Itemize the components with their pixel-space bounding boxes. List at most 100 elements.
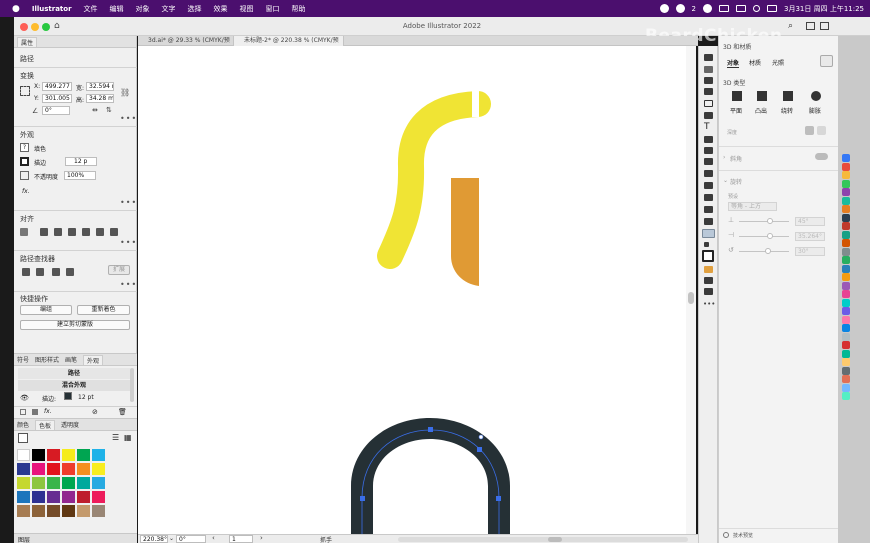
selection-tool-icon[interactable]: [704, 54, 713, 61]
color-swatch[interactable]: [92, 463, 105, 475]
revolve-type-label[interactable]: 绕转: [781, 106, 793, 115]
color-swatch[interactable]: [47, 449, 60, 461]
orange-half-shape[interactable]: [451, 178, 479, 286]
dock-app-icon[interactable]: [842, 179, 850, 188]
color-swatch[interactable]: [77, 449, 90, 461]
dock-app-icon[interactable]: [842, 358, 850, 366]
align-more-icon[interactable]: •••: [120, 238, 137, 247]
pathfinder-more-icon[interactable]: •••: [120, 280, 137, 289]
rotate-x-slider[interactable]: [739, 221, 789, 222]
color-swatch[interactable]: [62, 505, 75, 517]
flip-horizontal-icon[interactable]: ⇹: [92, 106, 98, 114]
color-swatch[interactable]: [62, 491, 75, 503]
menu-effect[interactable]: 效果: [214, 4, 228, 14]
delete-icon[interactable]: 🗑: [118, 408, 127, 416]
anchor-point[interactable]: [428, 427, 433, 432]
exclude-icon[interactable]: [66, 268, 74, 276]
color-swatch[interactable]: [32, 449, 45, 461]
tab-transparency[interactable]: 透明度: [61, 420, 79, 429]
dock-app-icon[interactable]: [842, 196, 850, 205]
rotate-z-knob[interactable]: [765, 248, 771, 254]
align-top-icon[interactable]: [82, 228, 90, 236]
color-swatch[interactable]: [77, 477, 90, 489]
color-swatch[interactable]: [17, 463, 30, 475]
color-swatch[interactable]: [62, 449, 75, 461]
color-swatch[interactable]: [92, 449, 105, 461]
anchor-point[interactable]: [496, 496, 501, 501]
appearance-mixed-row[interactable]: 混合外观: [18, 380, 130, 391]
shape-builder-tool-icon[interactable]: [704, 170, 713, 177]
dock-app-icon[interactable]: [842, 392, 850, 400]
color-mode-icon[interactable]: [704, 266, 713, 273]
dock-app-icon[interactable]: [842, 256, 850, 264]
3d-tab-lighting[interactable]: 光照: [772, 58, 784, 67]
intersect-icon[interactable]: [52, 268, 60, 276]
dock-app-icon[interactable]: [842, 290, 850, 298]
color-swatch[interactable]: [17, 477, 30, 489]
angle-field[interactable]: 0°: [42, 106, 70, 115]
arrange-icon[interactable]: [820, 22, 829, 30]
color-swatch[interactable]: [17, 505, 30, 517]
menu-app[interactable]: Illustrator: [32, 5, 72, 13]
fill-stroke-icon[interactable]: [702, 250, 714, 262]
list-view-icon[interactable]: ☰: [112, 433, 119, 442]
color-swatch[interactable]: [47, 491, 60, 503]
dock-app-icon[interactable]: [842, 205, 850, 213]
dock-app-icon[interactable]: [842, 188, 850, 196]
color-swatch[interactable]: [47, 463, 60, 475]
y-field[interactable]: 301.005: [42, 94, 72, 103]
appearance-more-icon[interactable]: •••: [120, 198, 137, 207]
dock-app-icon[interactable]: [842, 264, 850, 273]
battery-icon[interactable]: [719, 5, 730, 12]
tab-symbols[interactable]: 符号: [17, 355, 29, 364]
tab-brushes[interactable]: 画笔: [65, 355, 77, 364]
expand-button[interactable]: 扩展: [108, 265, 130, 275]
tab-layers[interactable]: 图层: [18, 535, 30, 543]
inflate-type-label[interactable]: 膨胀: [809, 106, 821, 115]
stroke-row-value[interactable]: 12 pt: [78, 394, 94, 401]
inflate-type-icon[interactable]: [811, 91, 821, 101]
color-swatch[interactable]: [77, 491, 90, 503]
artwork[interactable]: [138, 46, 696, 534]
rotate-y-slider[interactable]: [739, 236, 789, 237]
height-field[interactable]: 34.28 m: [86, 94, 114, 103]
align-vcenter-icon[interactable]: [96, 228, 104, 236]
rotate-tool-icon[interactable]: [704, 136, 713, 143]
recolor-button[interactable]: 重新着色: [77, 305, 130, 315]
menu-select[interactable]: 选择: [188, 4, 202, 14]
menu-type[interactable]: 文字: [162, 4, 176, 14]
color-swatch[interactable]: [92, 505, 105, 517]
rotation-chevron-icon[interactable]: ⌄: [723, 177, 728, 184]
tab-appearance[interactable]: 外观: [83, 354, 104, 365]
dock-app-icon[interactable]: [842, 383, 850, 392]
curvature-tool-icon[interactable]: [704, 88, 713, 95]
add-effect-icon[interactable]: fx.: [44, 408, 52, 415]
prev-artboard-icon[interactable]: ‹: [212, 534, 215, 542]
control-center-icon[interactable]: [767, 5, 778, 12]
stroke-row-swatch-icon[interactable]: [64, 392, 72, 400]
dock-app-icon[interactable]: [842, 247, 850, 256]
tab-properties[interactable]: 属性: [17, 36, 38, 47]
fill-stroke-indicator-icon[interactable]: [18, 433, 28, 443]
align-hcenter-icon[interactable]: [54, 228, 62, 236]
horizontal-scrollbar[interactable]: [398, 537, 688, 542]
stroke-swatch-icon[interactable]: [20, 157, 29, 166]
color-swatch[interactable]: [92, 477, 105, 489]
dock-app-icon[interactable]: [842, 239, 850, 247]
flip-vertical-icon[interactable]: ⇅: [106, 106, 112, 114]
h-scroll-thumb[interactable]: [548, 537, 562, 542]
display-icon[interactable]: [736, 5, 747, 12]
color-swatch[interactable]: [77, 463, 90, 475]
align-bottom-icon[interactable]: [110, 228, 118, 236]
clipping-mask-button[interactable]: 建立剪切蒙版: [20, 320, 130, 330]
draw-mode-icon[interactable]: [704, 277, 713, 284]
unite-icon[interactable]: [22, 268, 30, 276]
doc-tab-3d[interactable]: 3d.ai* @ 29.33 % (CMYK/预览): [138, 36, 234, 54]
add-fill-icon[interactable]: [32, 409, 38, 415]
menu-object[interactable]: 对象: [136, 4, 150, 14]
dock-app-icon[interactable]: [842, 349, 850, 358]
search-icon[interactable]: ⌕: [788, 21, 793, 31]
align-to-icon[interactable]: [20, 228, 28, 236]
rotate-y-field[interactable]: 35.264°: [795, 232, 825, 241]
music-icon[interactable]: [703, 4, 713, 13]
